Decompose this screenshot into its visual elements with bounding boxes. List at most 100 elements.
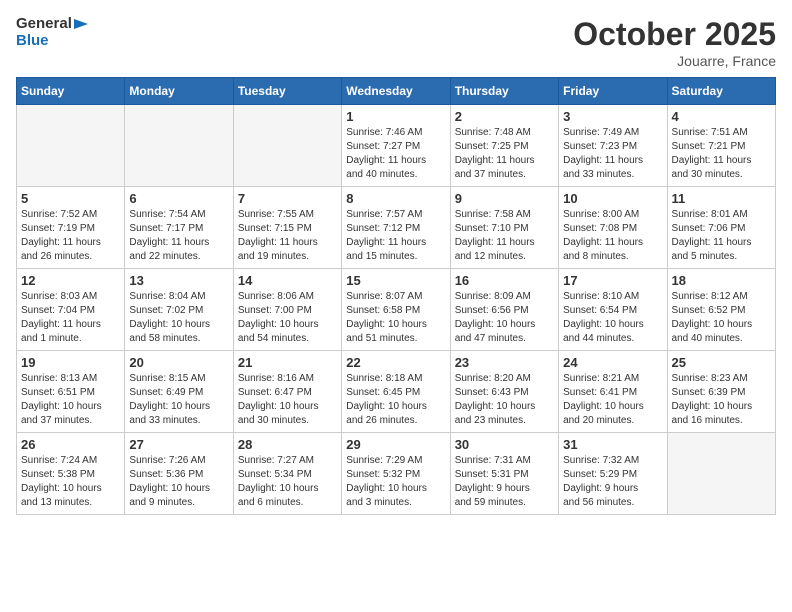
day-info: Sunrise: 7:49 AM Sunset: 7:23 PM Dayligh… (563, 126, 662, 182)
weekday-header-wednesday: Wednesday (342, 78, 450, 105)
day-info: Sunrise: 8:06 AM Sunset: 7:00 PM Dayligh… (238, 290, 337, 346)
day-info: Sunrise: 8:03 AM Sunset: 7:04 PM Dayligh… (21, 290, 120, 346)
weekday-header-row: SundayMondayTuesdayWednesdayThursdayFrid… (17, 78, 776, 105)
day-info: Sunrise: 8:07 AM Sunset: 6:58 PM Dayligh… (346, 290, 445, 346)
month-title: October 2025 (573, 16, 776, 53)
calendar-cell: 2 Sunrise: 7:48 AM Sunset: 7:25 PM Daylig… (450, 105, 558, 187)
day-number: 17 (563, 273, 662, 288)
calendar-cell: 31 Sunrise: 7:32 AM Sunset: 5:29 PM Dayli… (559, 433, 667, 515)
calendar-cell: 7Sunrise: 7:55 AM Sunset: 7:15 PM Daylig… (233, 187, 341, 269)
weekday-header-thursday: Thursday (450, 78, 558, 105)
calendar-cell: 11Sunrise: 8:01 AM Sunset: 7:06 PM Dayli… (667, 187, 775, 269)
day-info: Sunrise: 7:31 AM Sunset: 5:31 PM Dayligh… (455, 454, 554, 510)
day-number: 18 (672, 273, 771, 288)
calendar-cell: 12 Sunrise: 8:03 AM Sunset: 7:04 PM Dayli… (17, 269, 125, 351)
calendar-cell (667, 433, 775, 515)
week-row-4: 19 Sunrise: 8:13 AM Sunset: 6:51 PM Dayli… (17, 351, 776, 433)
calendar-cell: 25 Sunrise: 8:23 AM Sunset: 6:39 PM Dayli… (667, 351, 775, 433)
day-number: 1 (346, 109, 445, 124)
day-number: 15 (346, 273, 445, 288)
day-number: 8 (346, 191, 445, 206)
day-number: 14 (238, 273, 337, 288)
calendar-cell: 19 Sunrise: 8:13 AM Sunset: 6:51 PM Dayli… (17, 351, 125, 433)
day-info: Sunrise: 7:52 AM Sunset: 7:19 PM Dayligh… (21, 208, 120, 264)
day-info: Sunrise: 8:15 AM Sunset: 6:49 PM Dayligh… (129, 372, 228, 428)
calendar-cell: 26 Sunrise: 7:24 AM Sunset: 5:38 PM Dayli… (17, 433, 125, 515)
day-info: Sunrise: 7:32 AM Sunset: 5:29 PM Dayligh… (563, 454, 662, 510)
day-info: Sunrise: 8:20 AM Sunset: 6:43 PM Dayligh… (455, 372, 554, 428)
logo: GeneralBlue (16, 16, 90, 49)
calendar-cell: 27 Sunrise: 7:26 AM Sunset: 5:36 PM Dayli… (125, 433, 233, 515)
calendar-cell (233, 105, 341, 187)
day-number: 22 (346, 355, 445, 370)
calendar-cell: 8Sunrise: 7:57 AM Sunset: 7:12 PM Daylig… (342, 187, 450, 269)
day-info: Sunrise: 7:27 AM Sunset: 5:34 PM Dayligh… (238, 454, 337, 510)
week-row-2: 5 Sunrise: 7:52 AM Sunset: 7:19 PM Daylig… (17, 187, 776, 269)
calendar-cell: 17 Sunrise: 8:10 AM Sunset: 6:54 PM Dayli… (559, 269, 667, 351)
day-info: Sunrise: 8:00 AM Sunset: 7:08 PM Dayligh… (563, 208, 662, 264)
day-number: 26 (21, 437, 120, 452)
day-number: 27 (129, 437, 228, 452)
calendar-cell: 14 Sunrise: 8:06 AM Sunset: 7:00 PM Dayli… (233, 269, 341, 351)
day-number: 2 (455, 109, 554, 124)
day-info: Sunrise: 8:12 AM Sunset: 6:52 PM Dayligh… (672, 290, 771, 346)
calendar-cell: 3 Sunrise: 7:49 AM Sunset: 7:23 PM Daylig… (559, 105, 667, 187)
day-info: Sunrise: 7:24 AM Sunset: 5:38 PM Dayligh… (21, 454, 120, 510)
calendar-cell: 30 Sunrise: 7:31 AM Sunset: 5:31 PM Dayli… (450, 433, 558, 515)
calendar-cell: 16Sunrise: 8:09 AM Sunset: 6:56 PM Dayli… (450, 269, 558, 351)
week-row-5: 26 Sunrise: 7:24 AM Sunset: 5:38 PM Dayli… (17, 433, 776, 515)
day-number: 4 (672, 109, 771, 124)
calendar-cell: 21 Sunrise: 8:16 AM Sunset: 6:47 PM Dayli… (233, 351, 341, 433)
day-number: 13 (129, 273, 228, 288)
calendar-cell: 23 Sunrise: 8:20 AM Sunset: 6:43 PM Dayli… (450, 351, 558, 433)
calendar: SundayMondayTuesdayWednesdayThursdayFrid… (16, 77, 776, 515)
day-number: 6 (129, 191, 228, 206)
page-header: GeneralBlue October 2025 Jouarre, France (16, 16, 776, 69)
day-number: 24 (563, 355, 662, 370)
day-number: 5 (21, 191, 120, 206)
calendar-cell: 4Sunrise: 7:51 AM Sunset: 7:21 PM Daylig… (667, 105, 775, 187)
calendar-cell: 18 Sunrise: 8:12 AM Sunset: 6:52 PM Dayli… (667, 269, 775, 351)
day-number: 19 (21, 355, 120, 370)
day-number: 20 (129, 355, 228, 370)
day-info: Sunrise: 7:54 AM Sunset: 7:17 PM Dayligh… (129, 208, 228, 264)
calendar-cell: 29Sunrise: 7:29 AM Sunset: 5:32 PM Dayli… (342, 433, 450, 515)
calendar-cell: 9Sunrise: 7:58 AM Sunset: 7:10 PM Daylig… (450, 187, 558, 269)
day-info: Sunrise: 8:10 AM Sunset: 6:54 PM Dayligh… (563, 290, 662, 346)
day-info: Sunrise: 8:01 AM Sunset: 7:06 PM Dayligh… (672, 208, 771, 264)
calendar-cell: 1Sunrise: 7:46 AM Sunset: 7:27 PM Daylig… (342, 105, 450, 187)
calendar-cell: 10 Sunrise: 8:00 AM Sunset: 7:08 PM Dayli… (559, 187, 667, 269)
day-number: 7 (238, 191, 337, 206)
day-number: 16 (455, 273, 554, 288)
day-number: 10 (563, 191, 662, 206)
calendar-cell: 6 Sunrise: 7:54 AM Sunset: 7:17 PM Daylig… (125, 187, 233, 269)
day-info: Sunrise: 8:16 AM Sunset: 6:47 PM Dayligh… (238, 372, 337, 428)
day-info: Sunrise: 7:48 AM Sunset: 7:25 PM Dayligh… (455, 126, 554, 182)
day-info: Sunrise: 8:21 AM Sunset: 6:41 PM Dayligh… (563, 372, 662, 428)
day-number: 25 (672, 355, 771, 370)
day-number: 21 (238, 355, 337, 370)
location: Jouarre, France (573, 53, 776, 69)
calendar-cell: 28Sunrise: 7:27 AM Sunset: 5:34 PM Dayli… (233, 433, 341, 515)
day-info: Sunrise: 8:04 AM Sunset: 7:02 PM Dayligh… (129, 290, 228, 346)
day-number: 30 (455, 437, 554, 452)
day-info: Sunrise: 8:23 AM Sunset: 6:39 PM Dayligh… (672, 372, 771, 428)
calendar-cell: 20 Sunrise: 8:15 AM Sunset: 6:49 PM Dayli… (125, 351, 233, 433)
title-block: October 2025 Jouarre, France (573, 16, 776, 69)
weekday-header-sunday: Sunday (17, 78, 125, 105)
week-row-1: 1Sunrise: 7:46 AM Sunset: 7:27 PM Daylig… (17, 105, 776, 187)
calendar-cell: 13 Sunrise: 8:04 AM Sunset: 7:02 PM Dayli… (125, 269, 233, 351)
day-info: Sunrise: 8:13 AM Sunset: 6:51 PM Dayligh… (21, 372, 120, 428)
calendar-cell: 22 Sunrise: 8:18 AM Sunset: 6:45 PM Dayli… (342, 351, 450, 433)
calendar-cell: 5 Sunrise: 7:52 AM Sunset: 7:19 PM Daylig… (17, 187, 125, 269)
day-number: 3 (563, 109, 662, 124)
day-info: Sunrise: 7:26 AM Sunset: 5:36 PM Dayligh… (129, 454, 228, 510)
day-number: 29 (346, 437, 445, 452)
logo-text: GeneralBlue (16, 16, 90, 49)
day-number: 12 (21, 273, 120, 288)
day-number: 31 (563, 437, 662, 452)
day-info: Sunrise: 8:18 AM Sunset: 6:45 PM Dayligh… (346, 372, 445, 428)
day-number: 23 (455, 355, 554, 370)
week-row-3: 12 Sunrise: 8:03 AM Sunset: 7:04 PM Dayli… (17, 269, 776, 351)
calendar-cell (17, 105, 125, 187)
